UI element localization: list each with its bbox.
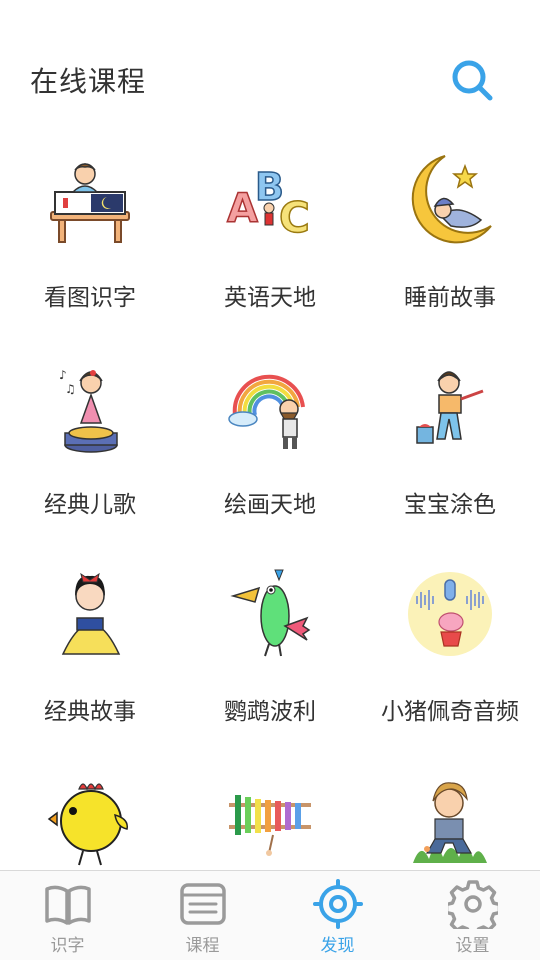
xylophone-icon [229, 795, 311, 856]
course-label: 小猪佩奇音频 [381, 699, 519, 725]
peppa-pig-audio-icon [408, 572, 492, 656]
header: 在线课程 [0, 0, 540, 160]
parrot-icon [230, 569, 311, 657]
course-label: 鹦鹉波利 [224, 699, 316, 725]
course-item[interactable]: 绘画天地 [180, 357, 360, 564]
bottom-tab-bar: 识字 课程 发现 设置 [0, 870, 540, 960]
course-label: 睡前故事 [404, 285, 496, 311]
course-item[interactable]: 睡前故事 [360, 150, 540, 357]
course-item[interactable]: 鹦鹉波利 [180, 564, 360, 771]
course-list-icon [180, 883, 226, 925]
course-label: 经典儿歌 [44, 492, 136, 518]
course-item[interactable] [360, 771, 540, 870]
svg-text:♫: ♫ [65, 382, 76, 396]
tab-settings[interactable]: 设置 [405, 871, 540, 960]
tab-discover[interactable]: 发现 [270, 871, 405, 960]
tab-label: 识字 [50, 936, 85, 956]
open-book-icon [45, 885, 91, 925]
course-item[interactable] [180, 771, 360, 870]
course-label: 经典故事 [44, 699, 136, 725]
child-reading-book-icon [50, 163, 130, 243]
course-grid: 看图识字 A B C 英语天地 睡前故事 ♪ ♫ 经典儿歌 绘画天地 宝宝涂色 … [0, 150, 540, 870]
boy-in-grass-icon [413, 782, 487, 863]
svg-text:C: C [279, 193, 310, 242]
course-item[interactable]: 经典故事 [0, 564, 180, 771]
tab-label: 发现 [320, 936, 355, 956]
singing-girl-icon: ♪ ♫ [59, 368, 118, 453]
course-item[interactable] [0, 771, 180, 870]
course-label: 看图识字 [44, 285, 136, 311]
course-item[interactable]: 小猪佩奇音频 [360, 564, 540, 771]
course-item[interactable]: 看图识字 [0, 150, 180, 357]
page-title: 在线课程 [30, 65, 147, 98]
target-icon [313, 879, 363, 929]
tab-label: 课程 [185, 936, 220, 956]
sleeping-baby-moon-icon [411, 155, 492, 244]
search-icon [452, 60, 493, 101]
yellow-chick-icon [47, 783, 128, 866]
svg-text:♪: ♪ [59, 368, 67, 382]
tab-literacy[interactable]: 识字 [0, 871, 135, 960]
gear-icon [448, 880, 498, 929]
painter-rainbow-icon [228, 374, 305, 449]
tab-label: 设置 [455, 936, 490, 956]
course-item[interactable]: A B C 英语天地 [180, 150, 360, 357]
course-item[interactable]: 宝宝涂色 [360, 357, 540, 564]
girl-painting-icon [416, 371, 484, 444]
abc-letters-icon: A B C [226, 164, 310, 243]
tab-course[interactable]: 课程 [135, 871, 270, 960]
course-label: 宝宝涂色 [404, 492, 496, 518]
search-button[interactable] [448, 56, 496, 104]
course-label: 绘画天地 [224, 492, 316, 518]
princess-icon [61, 572, 121, 655]
svg-text:A: A [227, 186, 258, 232]
course-item[interactable]: ♪ ♫ 经典儿歌 [0, 357, 180, 564]
course-label: 英语天地 [224, 285, 316, 311]
